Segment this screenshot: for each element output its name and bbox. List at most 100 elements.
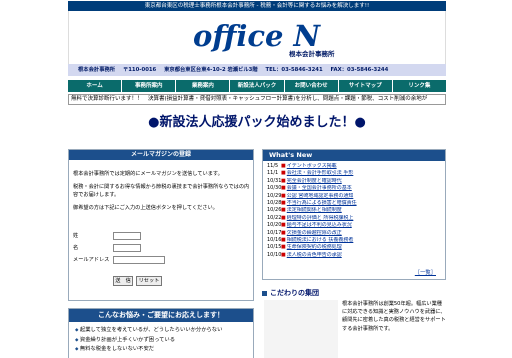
news-link[interactable]: 会議・全国会計事務所の基本 — [287, 185, 352, 191]
nav-office[interactable]: 事務所案内 — [122, 80, 176, 92]
square-bullet-icon: ■ — [281, 163, 286, 169]
paragraph: 御希望の方は下記にご入力の上送信ボタンを押してください。 — [73, 204, 218, 211]
nav-new-company-pack[interactable]: 新設法人パック — [230, 80, 284, 92]
site-logo[interactable]: office N 根本会計事務所 — [68, 11, 446, 64]
news-link[interactable]: 法定相続関係と相続制度 — [287, 207, 342, 213]
news-link[interactable]: 会社法・会計手形取引法 手形 — [287, 170, 354, 176]
address-bar: 根本会計事務所 〒110-0016 東京都台東区台東4-10-2 岩瀬ビル3階 … — [68, 64, 446, 76]
news-item[interactable]: 10/30■会議・全国会計事務所の基本 — [267, 185, 443, 192]
main-nav: ホーム 事務所案内 業務案内 新設法人パック お問い合わせ サイトマップ リンク… — [68, 80, 446, 92]
consult-list: 起業して独立を考えているが、どうしたらいいか分からない 資金繰り計画が上手くいか… — [69, 322, 253, 355]
news-link[interactable]: 公認 宮崎地域認定事務の通知 — [287, 193, 354, 199]
first-name-field[interactable] — [113, 244, 141, 252]
submit-button[interactable]: 送 信 — [113, 276, 133, 286]
reset-button[interactable]: リセット — [136, 276, 162, 286]
whats-new-more-link[interactable]: ［一覧］ — [415, 268, 436, 276]
news-date: 11/1 — [267, 170, 279, 177]
office-tel: TEL：03-5846-3241 — [265, 67, 323, 73]
last-name-label: 姓 — [73, 233, 79, 239]
square-bullet-icon: ■ — [281, 214, 286, 221]
whats-new-list: 11/5 ■イデントボックス掲載 11/1 ■会社法・会計手形取引法 手形 10/31■… — [263, 161, 445, 259]
square-bullet-icon — [262, 290, 267, 296]
news-item[interactable]: 10/22■経理特の評価と 所得税課税上 — [267, 215, 443, 222]
mail-magazine-title: メールマガジンの登録 — [69, 150, 253, 160]
office-address: 東京都台東区台東4-10-2 岩瀬ビル3階 — [164, 67, 258, 73]
nav-services[interactable]: 業務案内 — [176, 80, 230, 92]
whats-new-title: What's New — [263, 150, 445, 161]
paragraph: 根本会計事務所では定期的にメールマガジンを送信しています。 — [73, 171, 223, 177]
news-item[interactable]: 11/1 ■会社法・会計手形取引法 手形 — [267, 170, 443, 177]
square-bullet-icon: ■ — [281, 207, 286, 214]
whats-new-panel: What's New 11/5 ■イデントボックス掲載 11/1 ■会社法・会計手形取… — [262, 149, 446, 280]
square-bullet-icon: ■ — [281, 192, 286, 199]
postal-code: 〒110-0016 — [122, 67, 157, 73]
paragraph: 税務・会計に関するお得な情報から節税の裏技まで会計事務所ならではの内容でお届けし… — [73, 183, 250, 199]
first-name-label: 名 — [73, 245, 79, 251]
kodawari-title: こだわりの集団 — [270, 289, 319, 297]
square-bullet-icon: ■ — [281, 237, 286, 244]
news-link[interactable]: 不当行為による損害と賠償責任 — [287, 200, 357, 206]
nav-links[interactable]: リンク集 — [392, 80, 446, 92]
kodawari-text: 根本会計事務所は創業50年超。幅広い業種に対応できる知識と実務ノウハウを武器に、… — [342, 301, 446, 332]
square-bullet-icon: ■ — [281, 185, 286, 192]
news-link[interactable]: 相続税法における 扶養義務者 — [287, 237, 354, 243]
news-item[interactable]: 10/17■欠損金の繰越控除の改正 — [267, 230, 443, 237]
news-item[interactable]: 10/26■法定相続関係と相続制度 — [267, 207, 443, 214]
news-item[interactable]: 10/29■公認 宮崎地域認定事務の通知 — [267, 193, 443, 200]
square-bullet-icon: ■ — [281, 177, 286, 184]
top-banner: 東京都台東区の税理士事務所根本会計事務所 - 税務・会計等に関するお悩みを解決し… — [68, 1, 446, 11]
news-date: 10/26 — [267, 207, 282, 214]
list-item: 資金繰り計画が上手くいかず困っている — [75, 336, 253, 346]
news-link[interactable]: 完全会計制度と確認時代 — [287, 178, 342, 184]
news-item[interactable]: 10/31■完全会計制度と確認時代 — [267, 178, 443, 185]
square-bullet-icon: ■ — [281, 244, 286, 251]
news-date: 10/28 — [267, 200, 282, 207]
news-link[interactable]: 生命保険契約の税務処理 — [287, 244, 342, 250]
news-link[interactable]: イデントボックス掲載 — [287, 163, 337, 169]
news-item[interactable]: 11/5 ■イデントボックス掲載 — [267, 163, 443, 170]
news-link[interactable]: 給与不足は不利の見込み状況 — [287, 222, 352, 228]
square-bullet-icon: ■ — [281, 251, 286, 258]
nav-home[interactable]: ホーム — [68, 80, 122, 92]
news-item[interactable]: 10/16■相続税法における 扶養義務者 — [267, 237, 443, 244]
kodawari-heading: こだわりの集団 — [262, 288, 319, 298]
square-bullet-icon: ■ — [281, 170, 286, 177]
last-name-field[interactable] — [113, 232, 141, 240]
logo-subtitle: 根本会計事務所 — [289, 50, 335, 58]
email-label: メールアドレス — [73, 257, 110, 263]
news-item[interactable]: 10/28■不当行為による損害と賠償責任 — [267, 200, 443, 207]
news-date: 10/22 — [267, 214, 282, 221]
consult-panel: こんなお悩み・ご要望にお応えします！ 起業して独立を考えているが、どうしたらいい… — [68, 308, 254, 358]
headline[interactable]: ●新設法人応援パック始めました！● — [68, 114, 446, 132]
logo-title: office N — [193, 19, 321, 53]
office-fax: FAX：03-5846-3244 — [330, 67, 389, 73]
email-field[interactable] — [113, 256, 165, 264]
bullet-icon: ● — [148, 115, 160, 130]
square-bullet-icon: ■ — [281, 229, 286, 236]
square-bullet-icon: ■ — [281, 200, 286, 207]
mail-magazine-panel: メールマガジンの登録 根本会計事務所では定期的にメールマガジンを送信しています。… — [68, 149, 254, 301]
news-date: 10/20 — [267, 222, 282, 229]
list-item: 起業して独立を考えているが、どうしたらいいか分からない — [75, 326, 253, 336]
news-link[interactable]: 経理特の評価と 所得税課税上 — [287, 215, 354, 221]
consult-title: こんなお悩み・ご要望にお応えします！ — [69, 309, 253, 322]
news-link[interactable]: 法人税の青色申告の承認 — [287, 252, 342, 258]
nav-contact[interactable]: お問い合わせ — [284, 80, 338, 92]
news-date: 10/30 — [267, 185, 282, 192]
news-date: 10/17 — [267, 229, 282, 236]
headline-text: 新設法人応援パック始めました！ — [159, 115, 355, 130]
news-date: 10/29 — [267, 192, 282, 199]
office-name: 根本会計事務所 — [78, 67, 116, 73]
square-bullet-icon: ■ — [281, 222, 286, 229]
news-link[interactable]: 欠損金の繰越控除の改正 — [287, 230, 342, 236]
news-ticker: 無料で決算診断行います！！ 決算書(損益計算書・貸借対照表・キャッシュフロー計算… — [68, 94, 446, 105]
news-item[interactable]: 10/15■生命保険契約の税務処理 — [267, 244, 443, 251]
news-date: 10/15 — [267, 244, 282, 251]
mail-magazine-description: 根本会計事務所では定期的にメールマガジンを送信しています。 税務・会計に関するお… — [73, 170, 251, 216]
nav-sitemap[interactable]: サイトマップ — [338, 80, 392, 92]
bullet-icon: ● — [354, 115, 366, 130]
news-date: 11/5 — [267, 163, 279, 169]
list-item: 無料な税金をしないない不安だ — [75, 345, 253, 355]
news-item[interactable]: 10/20■給与不足は不利の見込み状況 — [267, 222, 443, 229]
news-item[interactable]: 10/10■法人税の青色申告の承認 — [267, 252, 443, 259]
